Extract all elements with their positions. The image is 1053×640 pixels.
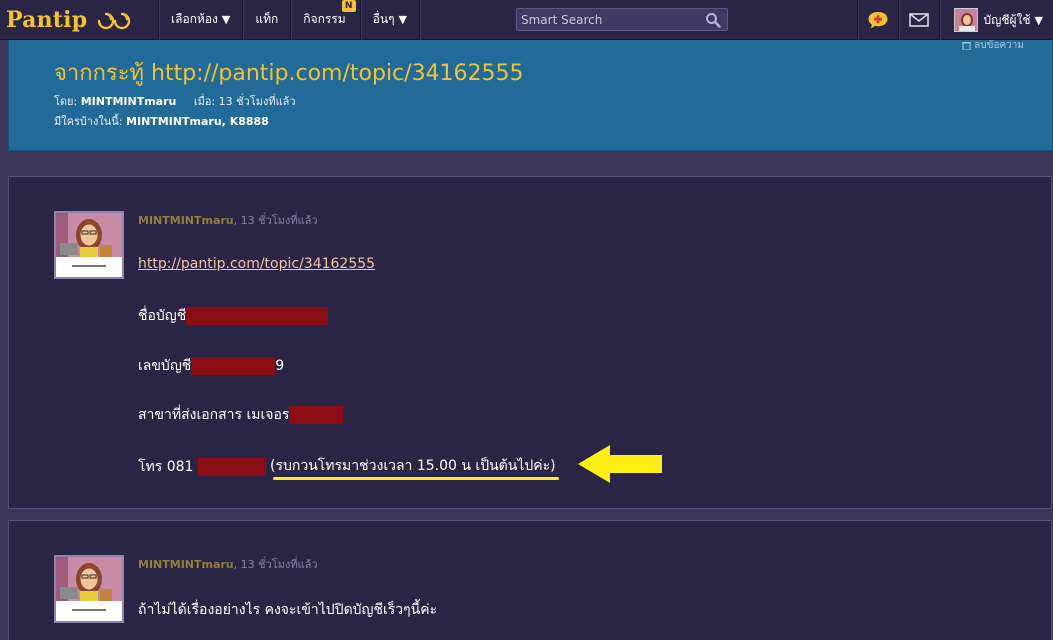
nav-divider [419, 0, 420, 40]
comment-header: MINTMINTmaru, 13 ชั่วโมงที่แล้ว [138, 211, 318, 229]
account-name-line: ชื่อบัญชี [138, 305, 329, 327]
nav-tags[interactable]: แท็ก [243, 0, 290, 40]
participants-list: MINTMINTmaru, K8888 [126, 115, 269, 128]
avatar[interactable] [54, 555, 124, 623]
phone-line: โทร 081 [138, 456, 266, 478]
comment-header: MINTMINTmaru, 13 ชั่วโมงที่แล้ว [138, 555, 318, 573]
branch-label: สาขาที่ส่งเอกสาร เมเจอร [138, 407, 290, 423]
phone-call-note: (รบกวนโทรมาช่วงเวลา 15.00 น เป็นต้นไปค่ะ… [270, 458, 556, 474]
nav-activities-label: กิจกรรม [303, 12, 346, 26]
avatar[interactable] [54, 211, 124, 279]
topic-author-line: โดย: MINTMINTmaru เมื่อ: 13 ชั่วโมงที่แล… [54, 92, 296, 110]
trash-icon [961, 41, 971, 50]
redaction-bar [289, 406, 344, 424]
left-arrow-icon [578, 445, 662, 483]
chevron-down-icon: ▼ [221, 13, 231, 26]
smart-search-box [516, 8, 728, 31]
comment-text: ถ้าไม่ได้เรื่องอย่างไร คงจะเข้าไปปิดบัญช… [138, 602, 438, 618]
delete-message-link[interactable]: ลบข้อความ [961, 38, 1024, 53]
chevron-down-icon: ▼ [398, 13, 407, 26]
nav-choose-room[interactable]: เลือกห้อง ▼ [159, 0, 242, 40]
topic-author[interactable]: MINTMINTmaru [81, 95, 177, 108]
logo-text: Pantip [6, 6, 88, 33]
redaction-bar [191, 357, 276, 375]
account-name-label: ชื่อบัญชี [138, 308, 187, 324]
topic-link[interactable]: http://pantip.com/topic/34162555 [138, 256, 375, 272]
new-badge: N [341, 0, 356, 12]
account-menu[interactable]: บัญชีผู้ใช้ ▼ [940, 0, 1053, 40]
search-icon[interactable] [705, 12, 721, 28]
redaction-bar [186, 307, 329, 325]
account-number-line: เลขบัญชี 9 [138, 355, 284, 377]
participants-label: มีใครบ้างในนี้: [54, 115, 123, 128]
pantip-logo[interactable]: Pantip [0, 0, 158, 40]
mail-icon [908, 13, 929, 27]
topic-time: เมื่อ: 13 ชั่วโมงที่แล้ว [193, 95, 296, 108]
comment-time: , 13 ชั่วโมงที่แล้ว [233, 558, 318, 571]
new-topic-icon [868, 12, 887, 29]
topic-participants-line: มีใครบ้างในนี้: MINTMINTmaru, K8888 [54, 112, 269, 130]
topic-title[interactable]: จากกระทู้ http://pantip.com/topic/341625… [54, 55, 524, 90]
comment-author[interactable]: MINTMINTmaru [138, 214, 234, 227]
phone-label: โทร 081 [138, 459, 194, 475]
comment-box: MINTMINTmaru, 13 ชั่วโมงที่แล้ว ถ้าไม่ได… [8, 520, 1052, 640]
nav-activities[interactable]: กิจกรรม N [291, 0, 359, 40]
nav-choose-room-label: เลือกห้อง [171, 12, 218, 26]
top-navigation-bar: Pantip เลือกห้อง ▼ แท็ก กิจกรรม N อื่นๆ … [0, 0, 1053, 40]
topic-header: ลบข้อความ จากกระทู้ http://pantip.com/to… [8, 40, 1053, 151]
nav-more-label: อื่นๆ [372, 12, 395, 26]
chevron-down-icon: ▼ [1034, 13, 1043, 27]
right-navigation: บัญชีผู้ใช้ ▼ [856, 0, 1053, 40]
comment-author[interactable]: MINTMINTmaru [138, 558, 234, 571]
account-number-label: เลขบัญชี [138, 358, 192, 374]
search-input[interactable] [517, 12, 697, 27]
nav-more[interactable]: อื่นๆ ▼ [361, 0, 419, 40]
logo-mark-icon [98, 12, 131, 29]
redaction-bar [197, 458, 266, 476]
new-topic-button[interactable] [858, 0, 898, 40]
by-label: โดย: [54, 95, 78, 108]
highlight-underline [273, 477, 559, 480]
account-avatar [953, 8, 978, 32]
account-label: บัญชีผู้ใช้ [983, 12, 1031, 27]
comment-time: , 13 ชั่วโมงที่แล้ว [233, 214, 318, 227]
messages-button[interactable] [899, 0, 939, 40]
delete-message-label: ลบข้อความ [974, 40, 1024, 51]
account-number-tail: 9 [275, 358, 285, 374]
nav-tags-label: แท็ก [255, 12, 279, 26]
branch-line: สาขาที่ส่งเอกสาร เมเจอร [138, 404, 344, 426]
